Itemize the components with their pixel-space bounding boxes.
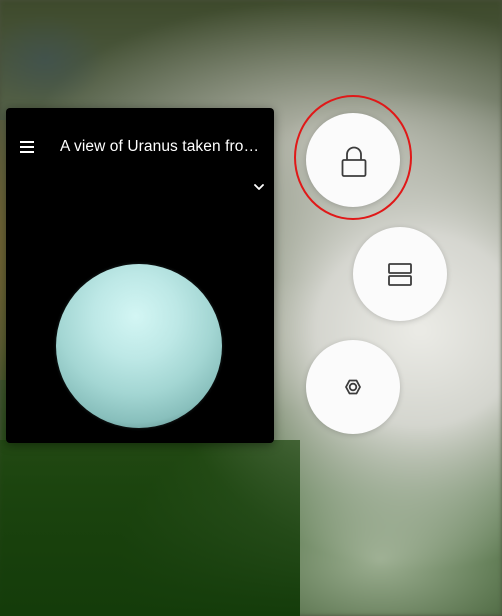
app-title: A view of Uranus taken from...	[60, 138, 265, 155]
app-info-button[interactable]	[306, 340, 400, 434]
recents-screen: A view of Uranus taken from...	[0, 0, 502, 616]
chevron-down-icon[interactable]	[253, 178, 265, 190]
split-screen-icon	[388, 263, 412, 286]
app-toolbar: A view of Uranus taken from...	[6, 108, 274, 190]
app-preview-card[interactable]: A view of Uranus taken from...	[6, 108, 274, 443]
lock-button-highlight	[294, 95, 412, 220]
split-screen-button[interactable]	[353, 227, 447, 321]
hamburger-menu-icon[interactable]	[20, 141, 34, 153]
wallpaper-foliage	[0, 440, 300, 616]
hexagon-settings-icon	[345, 379, 361, 395]
uranus-image	[56, 264, 222, 428]
